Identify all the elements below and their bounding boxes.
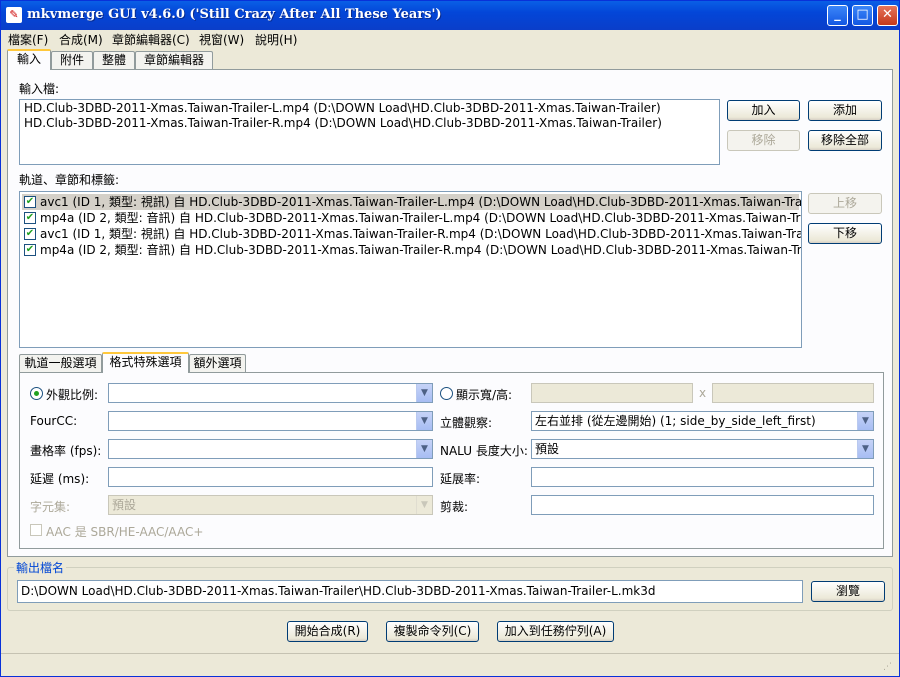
browse-button[interactable]: 瀏覽 (811, 581, 885, 602)
move-down-button[interactable]: 下移 (808, 223, 882, 244)
track-row[interactable]: ✔ mp4a (ID 2, 類型: 音訊) 自 HD.Club-3DBD-201… (22, 242, 802, 258)
track-label: avc1 (ID 1, 類型: 視訊) 自 HD.Club-3DBD-2011-… (40, 227, 802, 241)
add-button[interactable]: 加入 (727, 100, 800, 121)
resize-grip-icon[interactable]: ⋰ (883, 661, 895, 673)
maximize-button[interactable]: □ (852, 5, 873, 26)
track-row[interactable]: ✔ avc1 (ID 1, 類型: 視訊) 自 HD.Club-3DBD-201… (22, 194, 802, 210)
track-checkbox[interactable]: ✔ (24, 228, 36, 240)
tab-global[interactable]: 整體 (93, 51, 135, 69)
fps-combo[interactable]: ▼ (108, 439, 433, 459)
add-to-job-queue-button[interactable]: 加入到任務佇列(A) (497, 621, 614, 642)
nalu-size-combo[interactable]: 預設 ▼ (531, 439, 874, 459)
chevron-down-icon[interactable]: ▼ (416, 412, 432, 430)
window-title: mkvmerge GUI v4.6.0 ('Still Crazy After … (27, 7, 442, 22)
remove-all-button[interactable]: 移除全部 (808, 130, 882, 151)
menu-bar: 檔案(F) 合成(M) 章節編輯器(C) 視窗(W) 說明(H) (1, 30, 899, 48)
tab-input[interactable]: 輸入 (7, 49, 51, 70)
aac-sbr-checkbox[interactable] (30, 524, 42, 536)
display-width-field[interactable] (531, 383, 693, 403)
list-item[interactable]: HD.Club-3DBD-2011-Xmas.Taiwan-Trailer-R.… (24, 116, 662, 130)
menu-chapter-editor[interactable]: 章節編輯器(C) (112, 31, 190, 48)
charset-value: 預設 (112, 498, 137, 512)
start-muxing-button[interactable]: 開始合成(R) (287, 621, 368, 642)
aac-sbr-label: AAC 是 SBR/HE-AAC/AAC+ (46, 525, 204, 539)
main-tab-strip: 輸入 附件 整體 章節編輯器 (7, 49, 307, 70)
remove-button[interactable]: 移除 (727, 130, 800, 151)
tab-format-specific-options[interactable]: 格式特殊選項 (102, 352, 189, 373)
nalu-size-label: NALU 長度大小: (440, 444, 528, 458)
tab-attachments[interactable]: 附件 (51, 51, 93, 69)
aspect-ratio-combo[interactable]: ▼ (108, 383, 433, 403)
delay-label: 延遲 (ms): (30, 472, 90, 486)
stretch-field[interactable] (531, 467, 874, 487)
move-up-button[interactable]: 上移 (808, 193, 882, 214)
track-checkbox[interactable]: ✔ (24, 244, 36, 256)
track-row[interactable]: ✔ avc1 (ID 1, 類型: 視訊) 自 HD.Club-3DBD-201… (22, 226, 802, 242)
output-group-title: 輸出檔名 (14, 559, 67, 576)
app-icon[interactable]: ✎ (6, 7, 22, 23)
fourcc-combo[interactable]: ▼ (108, 411, 433, 431)
input-files-label: 輸入檔: (19, 82, 60, 96)
fps-label: 畫格率 (fps): (30, 444, 102, 458)
list-item[interactable]: HD.Club-3DBD-2011-Xmas.Taiwan-Trailer-L.… (24, 101, 661, 115)
status-bar: ⋰ (1, 653, 899, 676)
menu-mux[interactable]: 合成(M) (59, 31, 103, 48)
tab-general-track-options[interactable]: 軌道一般選項 (19, 354, 102, 372)
app-window: ✎ mkvmerge GUI v4.6.0 ('Still Crazy Afte… (0, 0, 900, 677)
sub-tab-strip: 軌道一般選項 格式特殊選項 額外選項 (19, 352, 319, 373)
menu-help[interactable]: 說明(H) (255, 31, 297, 48)
chevron-down-icon[interactable]: ▼ (857, 412, 873, 430)
tab-chapter-editor[interactable]: 章節編輯器 (135, 51, 213, 69)
menu-window[interactable]: 視窗(W) (199, 31, 244, 48)
aspect-ratio-radio[interactable] (30, 387, 43, 400)
chevron-down-icon[interactable]: ▼ (857, 440, 873, 458)
track-checkbox[interactable]: ✔ (24, 212, 36, 224)
title-bar[interactable]: ✎ mkvmerge GUI v4.6.0 ('Still Crazy Afte… (1, 1, 899, 30)
copy-command-line-button[interactable]: 複製命令列(C) (386, 621, 479, 642)
display-dimensions-label: 顯示寬/高: (456, 388, 513, 402)
input-tab-panel: 輸入檔: HD.Club-3DBD-2011-Xmas.Taiwan-Trail… (7, 69, 893, 557)
track-label: mp4a (ID 2, 類型: 音訊) 自 HD.Club-3DBD-2011-… (40, 243, 802, 257)
dimension-separator: x (699, 386, 707, 400)
minimize-button[interactable]: _ (827, 5, 848, 26)
stereo-mode-combo[interactable]: 左右並排 (從左邊開始) (1; side_by_side_left_first… (531, 411, 874, 431)
crop-label: 剪裁: (440, 500, 469, 514)
input-files-list[interactable]: HD.Club-3DBD-2011-Xmas.Taiwan-Trailer-L.… (19, 99, 720, 165)
chevron-down-icon[interactable]: ▼ (416, 384, 432, 402)
stereo-mode-value: 左右並排 (從左邊開始) (1; side_by_side_left_first… (535, 414, 816, 428)
tracks-list[interactable]: ✔ avc1 (ID 1, 類型: 視訊) 自 HD.Club-3DBD-201… (19, 191, 802, 348)
charset-combo[interactable]: 預設 ▼ (108, 495, 433, 515)
tab-extra-options[interactable]: 額外選項 (189, 354, 246, 372)
crop-field[interactable] (531, 495, 874, 515)
fourcc-label: FourCC: (30, 414, 78, 428)
format-options-panel: 外觀比例: ▼ 顯示寬/高: x FourCC: ▼ 立體觀察: 左右並排 (從… (19, 372, 884, 549)
track-row[interactable]: ✔ mp4a (ID 2, 類型: 音訊) 自 HD.Club-3DBD-201… (22, 210, 802, 226)
chevron-down-icon[interactable]: ▼ (416, 440, 432, 458)
track-label: avc1 (ID 1, 類型: 視訊) 自 HD.Club-3DBD-2011-… (40, 195, 802, 209)
output-path-field[interactable]: D:\DOWN Load\HD.Club-3DBD-2011-Xmas.Taiw… (17, 580, 803, 603)
append-button[interactable]: 添加 (808, 100, 882, 121)
track-checkbox[interactable]: ✔ (24, 196, 36, 208)
track-label: mp4a (ID 2, 類型: 音訊) 自 HD.Club-3DBD-2011-… (40, 211, 802, 225)
tracks-label: 軌道、章節和標籤: (19, 173, 120, 187)
charset-label: 字元集: (30, 500, 71, 514)
stereo-mode-label: 立體觀察: (440, 416, 493, 430)
aspect-ratio-label: 外觀比例: (46, 388, 99, 402)
menu-file[interactable]: 檔案(F) (8, 31, 48, 48)
nalu-size-value: 預設 (535, 442, 560, 456)
delay-field[interactable] (108, 467, 433, 487)
chevron-down-icon: ▼ (416, 496, 432, 514)
display-height-field[interactable] (712, 383, 874, 403)
display-dimensions-radio[interactable] (440, 387, 453, 400)
close-button[interactable]: ✕ (877, 5, 898, 26)
stretch-label: 延展率: (440, 472, 481, 486)
